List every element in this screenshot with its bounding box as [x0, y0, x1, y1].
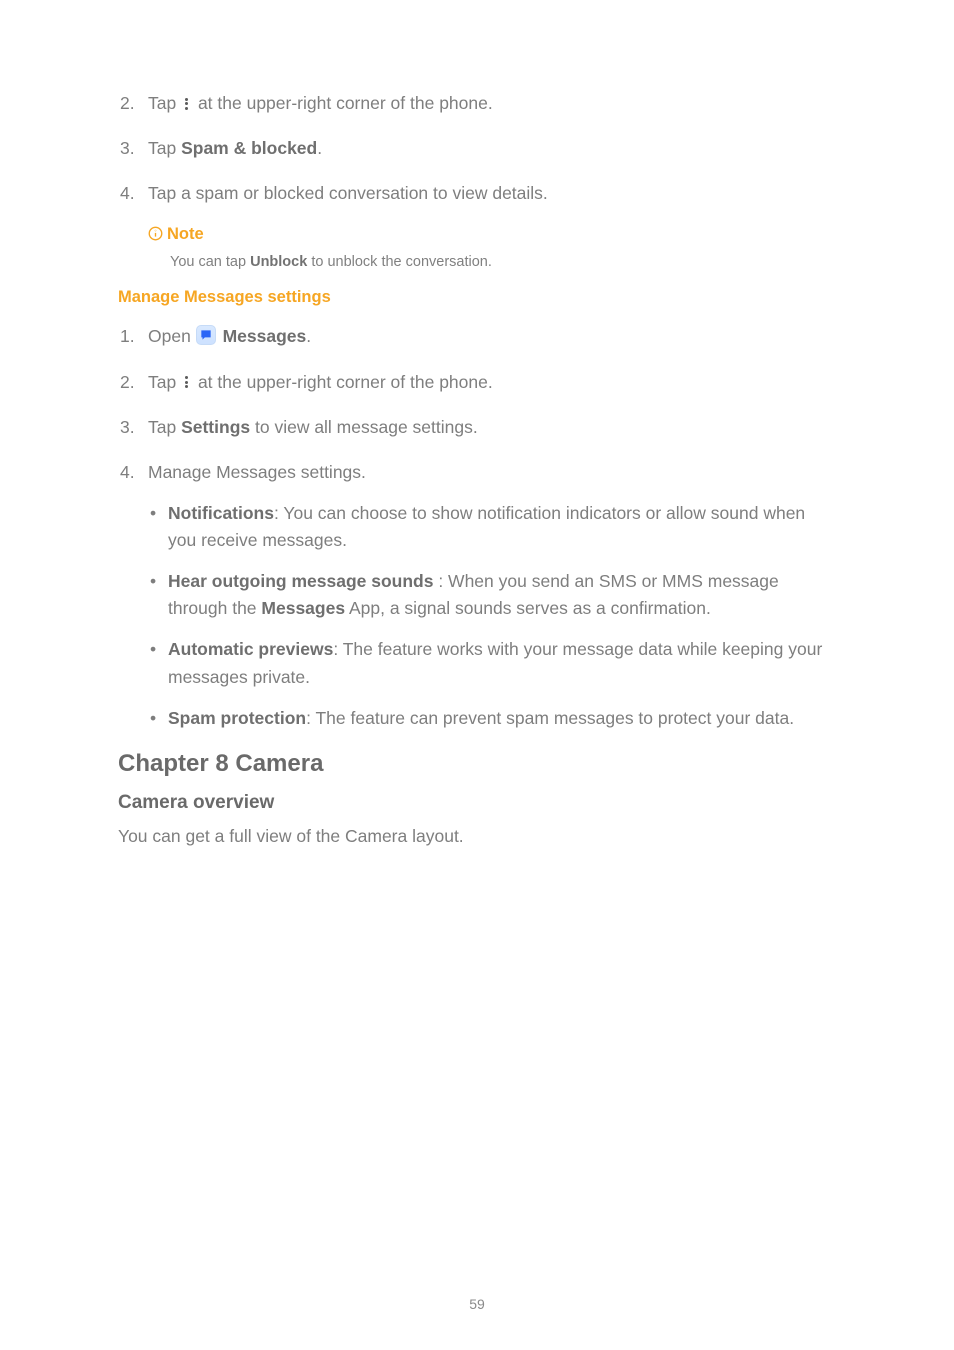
bullet-bold: Hear outgoing message sounds [168, 571, 438, 591]
section-heading-manage-settings: Manage Messages settings [118, 288, 836, 307]
document-page: 2. Tap at the upper-right corner of the … [0, 0, 954, 1350]
step-text: Open [148, 326, 196, 346]
bullet-spam-protection: Spam protection: The feature can prevent… [148, 705, 836, 732]
step-text: Tap a spam or blocked conversation to vi… [148, 183, 548, 203]
step-text: to view all message settings. [250, 417, 478, 437]
note-text: You can tap [170, 254, 250, 270]
bullet-automatic-previews: Automatic previews: The feature works wi… [148, 636, 836, 690]
note-text: to unblock the conversation. [307, 254, 492, 270]
step-text: Manage Messages settings. [148, 462, 366, 482]
bullet-bold: Notifications [168, 503, 274, 523]
step-number: 2. [120, 90, 135, 117]
step-bold: Spam & blocked [181, 138, 317, 158]
step-bold: Messages [223, 326, 307, 346]
bullet-bold: Spam protection [168, 708, 306, 728]
step-number: 2. [120, 369, 135, 396]
note-label: Note [167, 225, 204, 243]
bullet-outgoing-sounds: Hear outgoing message sounds : When you … [148, 568, 836, 622]
step-number: 4. [120, 180, 135, 207]
step-number: 3. [120, 135, 135, 162]
messages-app-icon [196, 325, 216, 345]
step-text: at the upper-right corner of the phone. [193, 372, 493, 392]
step-text: . [306, 326, 311, 346]
more-icon [181, 96, 191, 111]
steps-list-settings: 1. Open Messages. 2. Tap at the upper-ri… [118, 323, 836, 731]
step-number: 3. [120, 414, 135, 441]
page-number: 59 [0, 1296, 954, 1312]
bullet-text: App, a signal sounds serves as a confirm… [345, 598, 711, 618]
bullet-text: : The feature can prevent spam messages … [306, 708, 794, 728]
step-text: Tap [148, 417, 181, 437]
step-2: 2. Tap at the upper-right corner of the … [118, 369, 836, 396]
step-text: . [317, 138, 322, 158]
step-bold: Settings [181, 417, 250, 437]
step-text: Tap [148, 93, 181, 113]
more-icon [181, 375, 191, 390]
step-number: 4. [120, 459, 135, 486]
step-4: 4. Manage Messages settings. Notificatio… [118, 459, 836, 732]
settings-bullets: Notifications: You can choose to show no… [148, 500, 836, 732]
step-4: 4. Tap a spam or blocked conversation to… [118, 180, 836, 207]
chapter-heading: Chapter 8 Camera [118, 750, 836, 778]
step-text: Tap [148, 138, 181, 158]
bullet-bold: Messages [261, 598, 345, 618]
section-heading-camera-overview: Camera overview [118, 792, 836, 814]
steps-list-spam: 2. Tap at the upper-right corner of the … [118, 90, 836, 207]
step-text: Tap [148, 372, 181, 392]
info-icon [148, 226, 163, 241]
note-block: Note You can tap Unblock to unblock the … [148, 225, 836, 270]
step-number: 1. [120, 323, 135, 350]
note-body: You can tap Unblock to unblock the conve… [170, 254, 836, 270]
step-text: at the upper-right corner of the phone. [193, 93, 493, 113]
step-3: 3. Tap Settings to view all message sett… [118, 414, 836, 441]
note-bold: Unblock [250, 254, 307, 270]
step-3: 3. Tap Spam & blocked. [118, 135, 836, 162]
step-1: 1. Open Messages. [118, 323, 836, 350]
bullet-bold: Automatic previews [168, 639, 333, 659]
bullet-notifications: Notifications: You can choose to show no… [148, 500, 836, 554]
step-2: 2. Tap at the upper-right corner of the … [118, 90, 836, 117]
paragraph: You can get a full view of the Camera la… [118, 826, 836, 847]
note-heading: Note [148, 225, 836, 244]
